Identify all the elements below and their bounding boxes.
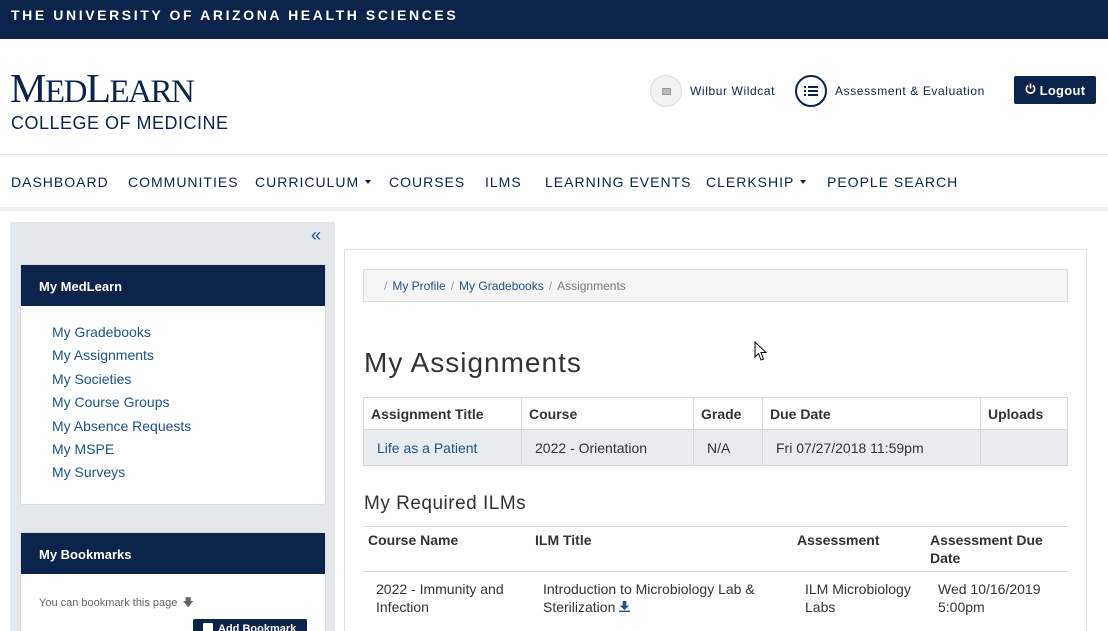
table-header-row: Assignment Title Course Grade Due Date U… <box>363 397 1068 430</box>
download-icon[interactable] <box>619 599 631 617</box>
course-cell: 2022 - Orientation <box>521 429 694 466</box>
my-medlearn-links: My Gradebooks My Assignments My Societie… <box>21 306 325 488</box>
my-medlearn-title: My MedLearn <box>21 265 325 306</box>
column-header: Grade <box>693 397 763 430</box>
site-header: MEDLEARN COLLEGE OF MEDICINE Wilbur Wild… <box>0 39 1108 155</box>
university-bar-text: THE UNIVERSITY OF ARIZONA HEALTH SCIENCE… <box>11 7 459 23</box>
required-ilms-table: Course Name ILM Title Assessment Assessm… <box>363 526 1068 625</box>
assignment-link[interactable]: Life as a Patient <box>377 440 477 456</box>
column-header: Assignment Title <box>363 397 522 430</box>
medlearn-logo[interactable]: MEDLEARN <box>10 68 195 109</box>
collapse-sidebar-icon[interactable]: « <box>311 226 321 244</box>
nav-learning-events[interactable]: LEARNING EVENTS <box>545 174 691 190</box>
column-header: Due Date <box>762 397 981 430</box>
sidebar: « My MedLearn My Gradebooks My Assignmen… <box>10 222 335 631</box>
my-bookmarks-panel: My Bookmarks You can bookmark this page … <box>20 532 326 631</box>
page-title: My Assignments <box>364 347 582 378</box>
link-my-course-groups[interactable]: My Course Groups <box>52 394 325 417</box>
mouse-cursor-icon <box>754 340 768 367</box>
nav-dashboard[interactable]: DASHBOARD <box>11 174 109 190</box>
ilm-course-cell: 2022 - Immunity and Infection <box>363 571 530 625</box>
caret-down-icon <box>800 180 807 185</box>
my-medlearn-panel: My MedLearn My Gradebooks My Assignments… <box>20 264 326 505</box>
nav-ilms[interactable]: ILMS <box>485 174 522 190</box>
grade-cell: N/A <box>693 429 763 466</box>
ilm-title: Introduction to Microbiology Lab & Steri… <box>543 581 755 615</box>
link-my-societies[interactable]: My Societies <box>52 371 325 394</box>
assessment-evaluation-label: Assessment & Evaluation <box>835 84 985 98</box>
caret-down-icon <box>365 180 372 185</box>
due-date-cell: Fri 07/27/2018 11:59pm <box>762 429 981 466</box>
ilm-assessment-cell: ILM Microbiology Labs <box>792 571 925 625</box>
link-my-absence-requests[interactable]: My Absence Requests <box>52 418 325 441</box>
assignment-title-cell: Life as a Patient <box>363 429 522 466</box>
assignments-table: Assignment Title Course Grade Due Date U… <box>363 397 1068 466</box>
logout-button[interactable]: Logout <box>1014 76 1096 104</box>
column-header: Uploads <box>980 397 1068 430</box>
required-ilms-heading: My Required ILMs <box>364 493 527 514</box>
list-icon <box>795 75 827 107</box>
assessment-evaluation-link[interactable]: Assessment & Evaluation <box>795 75 985 107</box>
main-nav: DASHBOARD COMMUNITIES CURRICULUM COURSES… <box>0 157 1108 211</box>
university-bar: THE UNIVERSITY OF ARIZONA HEALTH SCIENCE… <box>0 0 1108 39</box>
breadcrumb-current: Assignments <box>557 279 626 293</box>
link-my-mspe[interactable]: My MSPE <box>52 441 325 464</box>
link-my-gradebooks[interactable]: My Gradebooks <box>52 324 325 347</box>
nav-people-search[interactable]: PEOPLE SEARCH <box>827 174 958 190</box>
my-bookmarks-title: My Bookmarks <box>21 533 325 574</box>
table-row: Life as a Patient 2022 - Orientation N/A… <box>363 429 1068 466</box>
logout-label: Logout <box>1039 82 1086 98</box>
main-content: / My Profile / My Gradebooks / Assignments My… <box>344 249 1087 631</box>
user-profile-link[interactable]: Wilbur Wildcat <box>650 75 775 107</box>
ilm-title-cell: Introduction to Microbiology Lab & Steri… <box>530 571 792 625</box>
nav-communities[interactable]: COMMUNITIES <box>128 174 239 190</box>
breadcrumb-my-gradebooks[interactable]: My Gradebooks <box>459 279 544 293</box>
power-icon <box>1025 83 1036 97</box>
broken-image-icon <box>661 87 671 95</box>
column-header: Course <box>521 397 694 430</box>
link-my-assignments[interactable]: My Assignments <box>52 347 325 370</box>
bookmark-hint: You can bookmark this page 🡇 <box>39 597 194 609</box>
link-my-surveys[interactable]: My Surveys <box>52 464 325 487</box>
column-header: Course Name <box>363 526 530 572</box>
bookmark-icon <box>203 623 213 631</box>
user-name: Wilbur Wildcat <box>690 84 776 98</box>
nav-curriculum[interactable]: CURRICULUM <box>255 174 372 190</box>
column-header: ILM Title <box>530 526 792 572</box>
nav-clerkship[interactable]: CLERKSHIP <box>706 174 807 190</box>
column-header: Assessment Due Date <box>925 526 1068 572</box>
breadcrumb-my-profile[interactable]: My Profile <box>392 279 445 293</box>
table-header-row: Course Name ILM Title Assessment Assessm… <box>363 526 1068 572</box>
column-header: Assessment <box>792 526 925 572</box>
add-bookmark-button[interactable]: Add Bookmark <box>193 619 307 631</box>
arrow-down-icon: 🡇 <box>182 597 194 609</box>
table-row: 2022 - Immunity and Infection Introducti… <box>363 571 1068 625</box>
ilm-due-date-cell: Wed 10/16/2019 5:00pm <box>925 571 1068 625</box>
logo-subtitle: COLLEGE OF MEDICINE <box>11 113 229 133</box>
breadcrumb: / My Profile / My Gradebooks / Assignments <box>363 269 1068 302</box>
nav-courses[interactable]: COURSES <box>389 174 465 190</box>
avatar <box>650 75 682 107</box>
uploads-cell <box>980 429 1068 466</box>
